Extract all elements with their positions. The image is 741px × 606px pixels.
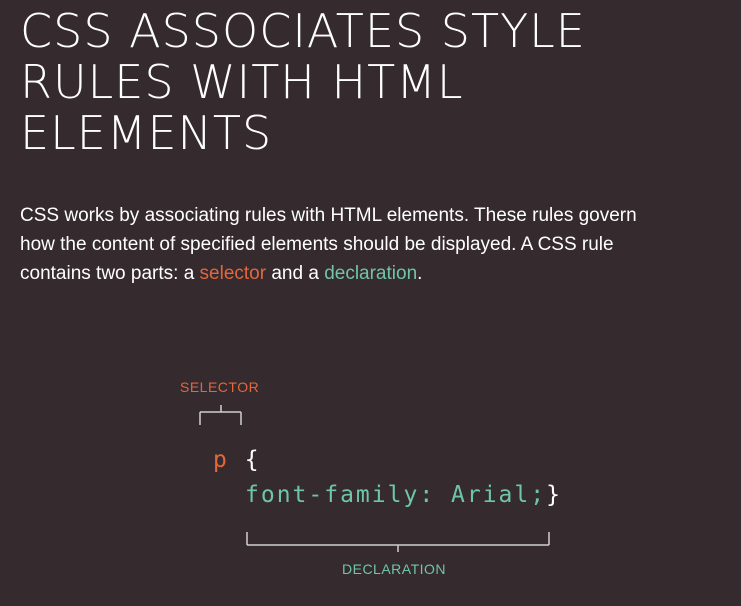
declaration-label: DECLARATION — [342, 561, 447, 577]
code-declaration: font-family: Arial; — [245, 482, 547, 508]
code-close-brace: } — [546, 482, 562, 508]
bracket-lines — [199, 405, 550, 552]
code-line-declaration: font-family: Arial;} — [245, 482, 562, 508]
selector-bracket — [199, 405, 242, 425]
css-rule-diagram: SELECTOR p { font-family: Arial;} DECLAR… — [0, 0, 741, 606]
declaration-bracket — [246, 532, 550, 552]
code-selector: p — [213, 447, 229, 473]
code-line-selector: p { — [213, 447, 261, 473]
code-open-brace: { — [228, 447, 261, 473]
